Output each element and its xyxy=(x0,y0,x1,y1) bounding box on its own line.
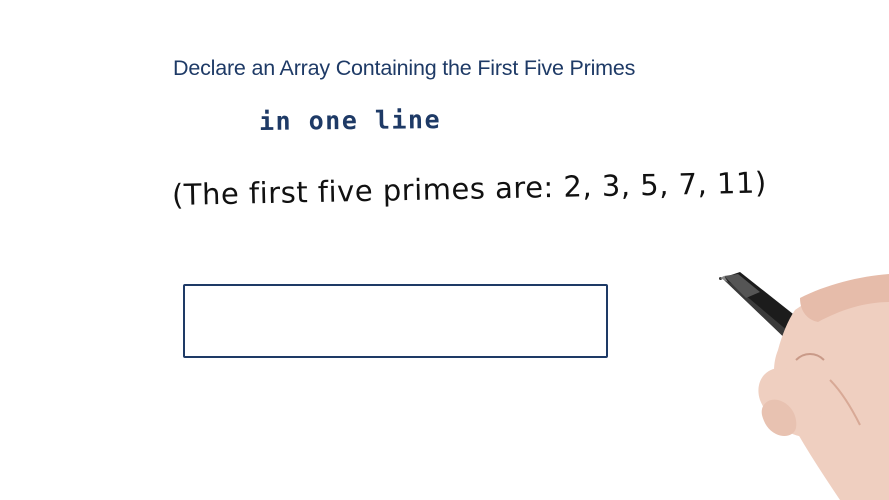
lesson-title: Declare an Array Containing the First Fi… xyxy=(173,56,636,80)
hand-with-pen-illustration xyxy=(720,272,889,500)
answer-input[interactable] xyxy=(183,284,608,358)
lesson-canvas: Declare an Array Containing the First Fi… xyxy=(0,0,889,500)
primes-note: (The first five primes are: 2, 3, 5, 7, … xyxy=(171,165,768,212)
lesson-subtitle: in one line xyxy=(258,105,442,136)
